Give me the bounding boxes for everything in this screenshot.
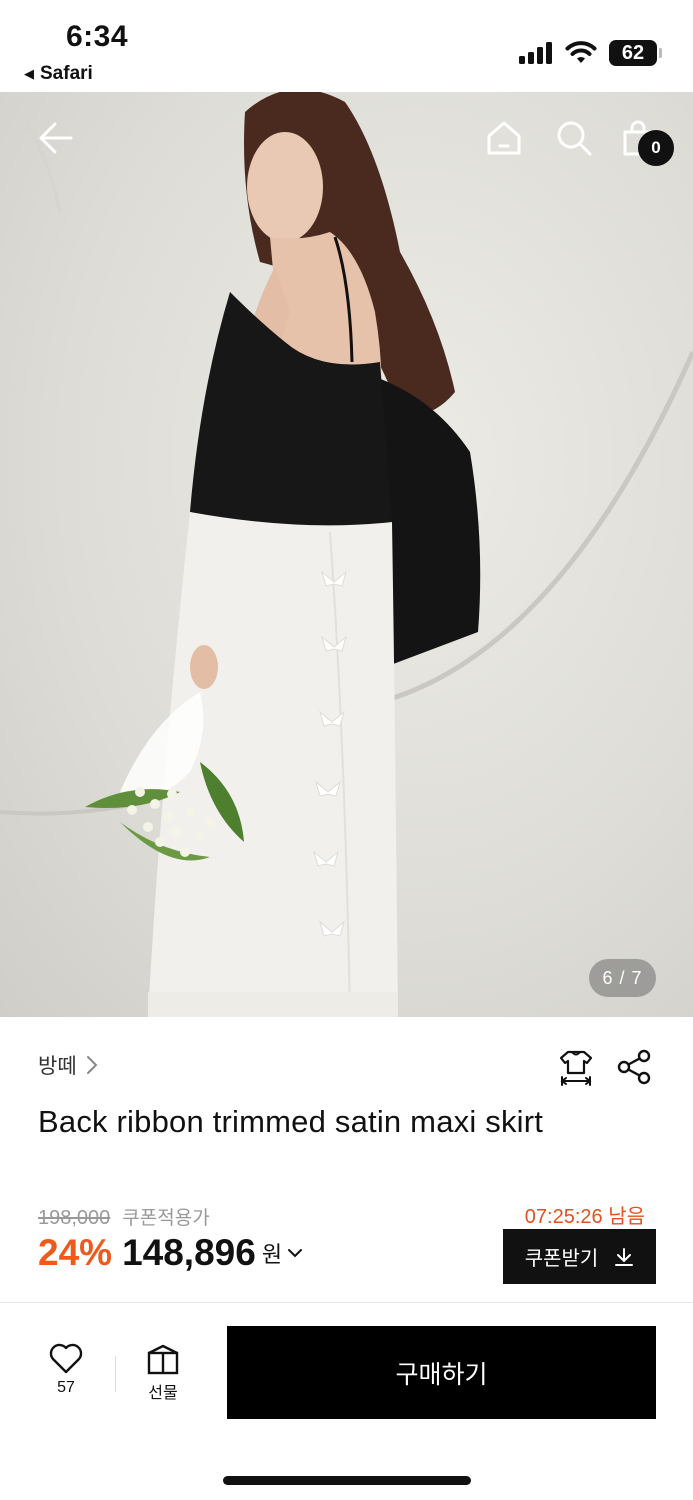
original-price-row: 198,000 쿠폰적용가 (38, 1203, 210, 1230)
heart-icon (49, 1343, 83, 1374)
get-coupon-label: 쿠폰받기 (524, 1248, 599, 1270)
section-divider (0, 1302, 693, 1303)
brand-name: 방떼 (38, 1055, 77, 1078)
product-actions (557, 1048, 653, 1086)
chevron-right-icon (86, 1056, 98, 1074)
image-top-nav (0, 92, 693, 188)
back-to-app-link[interactable]: ◀ Safari (24, 63, 93, 85)
search-icon (557, 121, 592, 156)
home-button[interactable] (482, 116, 526, 160)
back-button[interactable] (34, 116, 78, 160)
gift-icon (147, 1344, 179, 1375)
coupon-applied-label: 쿠폰적용가 (122, 1208, 210, 1229)
back-arrow-icon (39, 122, 73, 154)
wifi-icon (565, 41, 597, 63)
search-button[interactable] (552, 116, 596, 160)
home-icon (487, 121, 521, 155)
status-time: 6:34 (66, 20, 129, 53)
discount-rate: 24% (38, 1232, 113, 1273)
coupon-countdown: 07:25:26 남음 (524, 1206, 645, 1228)
currency-label: 원 (261, 1242, 283, 1267)
size-guide-icon[interactable] (557, 1048, 595, 1086)
sale-price: 148,896 (122, 1232, 256, 1273)
back-app-label: Safari (40, 63, 93, 84)
gift-label: 선물 (148, 1385, 178, 1402)
like-count: 57 (57, 1379, 75, 1396)
status-indicators: 62 (519, 40, 662, 66)
signal-icon (519, 42, 552, 64)
product-title: Back ribbon trimmed satin maxi skirt (38, 1104, 544, 1139)
bottom-separator (115, 1356, 116, 1392)
buy-button[interactable]: 구매하기 (227, 1326, 656, 1419)
status-bar: 6:34 ◀ Safari 62 (0, 0, 693, 92)
product-photo (0, 92, 693, 1017)
get-coupon-button[interactable]: 쿠폰받기 (503, 1229, 656, 1284)
price-row[interactable]: 24% 148,896 원 (38, 1232, 304, 1274)
home-indicator (223, 1476, 471, 1485)
image-counter: 6 / 7 (589, 959, 656, 997)
back-triangle-icon: ◀ (24, 66, 34, 81)
like-button[interactable]: 57 (38, 1343, 94, 1397)
chevron-down-icon (288, 1249, 303, 1258)
gift-button[interactable]: 선물 (135, 1343, 191, 1403)
brand-link[interactable]: 방떼 (38, 1050, 99, 1080)
download-icon (615, 1247, 634, 1266)
cart-count-badge: 0 (638, 130, 674, 166)
battery-icon: 62 (609, 40, 662, 66)
product-image[interactable]: 6 / 7 (0, 92, 693, 1017)
share-icon[interactable] (615, 1048, 653, 1086)
original-price: 198,000 (38, 1207, 111, 1229)
